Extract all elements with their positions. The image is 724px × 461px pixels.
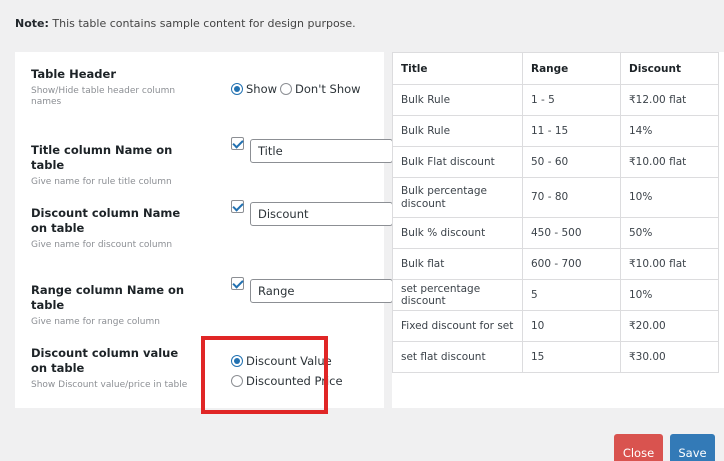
cell-range: 10 (522, 310, 621, 342)
preview-table: Title Range Discount Bulk Rule 1 - 5 ₹12.0… (392, 52, 719, 373)
cell-range: 5 (522, 279, 621, 311)
table-row: Fixed discount for set 10 ₹20.00 (392, 310, 719, 342)
range-column-setting: Range column Name on table Give name for… (31, 277, 393, 328)
cell-title: Bulk percentage discount (392, 177, 523, 218)
note-label: Note: (15, 17, 49, 30)
cell-discount: ₹30.00 (620, 341, 719, 373)
cell-range: 600 - 700 (522, 248, 621, 280)
table-row: Bulk Flat discount 50 - 60 ₹10.00 flat (392, 146, 719, 178)
discount-column-control (231, 200, 393, 226)
setting-title: Title column Name on table (31, 143, 173, 172)
cell-range: 50 - 60 (522, 146, 621, 178)
title-column-control (231, 137, 393, 163)
discount-column-input[interactable] (250, 202, 393, 226)
table-header-row: Title Range Discount (392, 52, 719, 85)
range-column-checkbox[interactable] (231, 277, 244, 290)
range-column-input[interactable] (250, 279, 393, 303)
discount-column-checkbox[interactable] (231, 200, 244, 213)
setting-title: Discount column Name on table (31, 206, 181, 235)
cell-title: set percentage discount (392, 279, 523, 311)
discount-column-setting: Discount column Name on table Give name … (31, 200, 393, 251)
table-row: set percentage discount 5 10% (392, 279, 719, 311)
cell-title: Fixed discount for set (392, 310, 523, 342)
cell-title: Bulk Rule (392, 115, 523, 147)
setting-description: Give name for range column (31, 317, 160, 327)
cell-discount: 14% (620, 115, 719, 147)
cell-discount: ₹10.00 flat (620, 248, 719, 280)
setting-description: Show/Hide table header column names (31, 86, 176, 107)
dont-show-radio[interactable] (280, 83, 293, 95)
table-header-setting: Table Header Show/Hide table header colu… (31, 67, 376, 108)
header-discount: Discount (620, 52, 719, 85)
header-range: Range (522, 52, 621, 85)
table-row: Bulk flat 600 - 700 ₹10.00 flat (392, 248, 719, 280)
setting-description: Give name for rule title column (31, 177, 172, 187)
cell-title: Bulk % discount (392, 217, 523, 249)
setting-description: Give name for discount column (31, 240, 173, 250)
design-note: Note: This table contains sample content… (15, 17, 356, 30)
cell-range: 70 - 80 (522, 177, 621, 218)
note-text: This table contains sample content for d… (48, 17, 356, 30)
title-column-checkbox[interactable] (231, 137, 244, 150)
header-title: Title (392, 52, 523, 85)
preview-table-panel: Title Range Discount Bulk Rule 1 - 5 ₹12.0… (392, 52, 724, 408)
setting-description: Show Discount value/price in table (31, 380, 188, 390)
setting-title: Table Header (31, 67, 116, 81)
table-row: Bulk Rule 1 - 5 ₹12.00 flat (392, 84, 719, 116)
table-row: Bulk Rule 11 - 15 14% (392, 115, 719, 147)
show-label[interactable]: Show (246, 82, 277, 96)
cell-discount: ₹12.00 flat (620, 84, 719, 116)
table-row: Bulk percentage discount 70 - 80 10% (392, 177, 719, 218)
cell-title: set flat discount (392, 341, 523, 373)
close-button[interactable]: Close (614, 434, 663, 461)
title-column-input[interactable] (250, 139, 393, 163)
cell-discount: 10% (620, 177, 719, 218)
cell-range: 1 - 5 (522, 84, 621, 116)
cell-title: Bulk flat (392, 248, 523, 280)
cell-discount: ₹20.00 (620, 310, 719, 342)
setting-title: Discount column value on table (31, 346, 179, 375)
table-row: Bulk % discount 450 - 500 50% (392, 217, 719, 249)
save-button[interactable]: Save (670, 434, 715, 461)
cell-title: Bulk Flat discount (392, 146, 523, 178)
cell-range: 15 (522, 341, 621, 373)
cell-discount: 50% (620, 217, 719, 249)
cell-title: Bulk Rule (392, 84, 523, 116)
dont-show-label[interactable]: Don't Show (295, 82, 361, 96)
table-header-radio-group: Show Don't Show (231, 82, 361, 96)
cell-discount: 10% (620, 279, 719, 311)
table-row: set flat discount 15 ₹30.00 (392, 341, 719, 373)
title-column-setting: Title column Name on table Give name for… (31, 137, 393, 188)
show-radio[interactable] (231, 83, 243, 95)
setting-title: Range column Name on table (31, 283, 185, 312)
cell-discount: ₹10.00 flat (620, 146, 719, 178)
highlight-box (201, 336, 328, 414)
range-column-control (231, 277, 393, 303)
settings-panel: Table Header Show/Hide table header colu… (15, 52, 393, 408)
cell-range: 450 - 500 (522, 217, 621, 249)
cell-range: 11 - 15 (522, 115, 621, 147)
